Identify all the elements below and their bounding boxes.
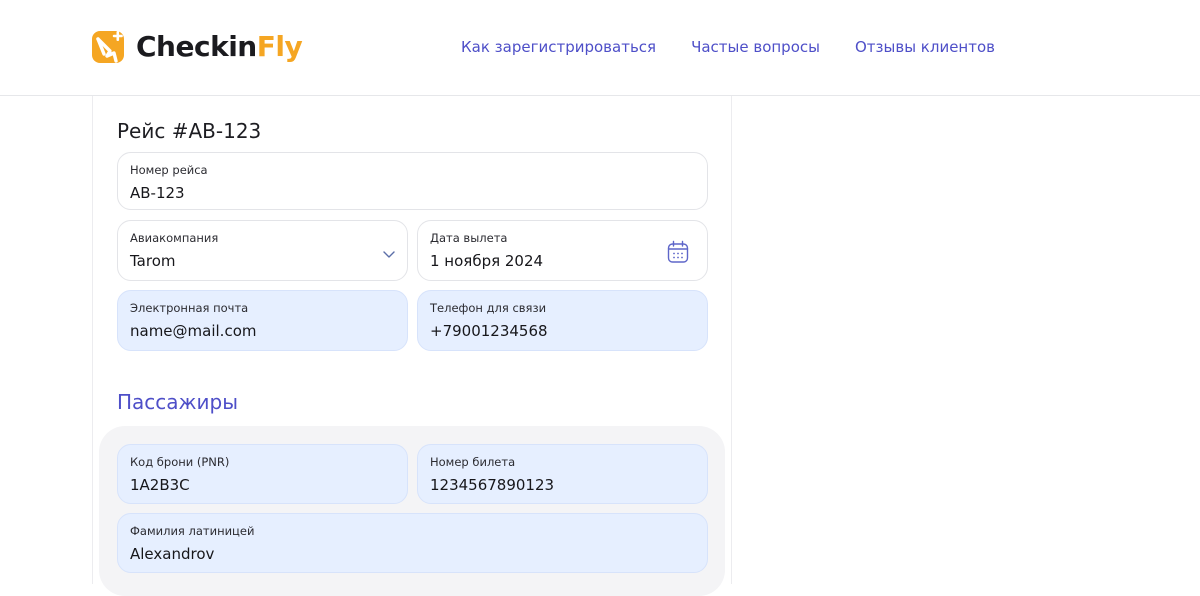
nav-link-faq[interactable]: Частые вопросы (691, 37, 820, 57)
pnr-label: Код брони (PNR) (130, 455, 230, 469)
last-name-field[interactable]: Фамилия латиницей Alexandrov (117, 513, 708, 573)
ticket-number-value: 1234567890123 (430, 476, 555, 494)
logo-text-part2: Fly (256, 30, 303, 63)
departure-date-value: 1 ноября 2024 (430, 252, 544, 270)
last-name-value: Alexandrov (130, 545, 215, 563)
chevron-down-icon[interactable] (382, 245, 396, 264)
passengers-title: Пассажиры (117, 390, 239, 414)
flight-title: Рейс #AB-123 (117, 119, 262, 143)
airline-label: Авиакомпания (130, 231, 219, 245)
logo-text: CheckinFly (136, 30, 303, 64)
main-nav: Как зарегистрироваться Частые вопросы От… (461, 37, 1030, 57)
ticket-number-label: Номер билета (430, 455, 516, 469)
calendar-icon[interactable] (667, 240, 689, 268)
flight-number-field[interactable]: Номер рейса AB-123 (117, 152, 708, 210)
nav-link-how-to-register[interactable]: Как зарегистрироваться (461, 37, 656, 57)
phone-value: +79001234568 (430, 322, 548, 340)
checkin-form-card: Рейс #AB-123 Номер рейса AB-123 Авиакомп… (92, 96, 732, 596)
nav-link-reviews[interactable]: Отзывы клиентов (855, 37, 995, 57)
departure-date-label: Дата вылета (430, 231, 508, 245)
phone-field[interactable]: Телефон для связи +79001234568 (417, 290, 708, 351)
email-label: Электронная почта (130, 301, 249, 315)
phone-label: Телефон для связи (430, 301, 547, 315)
departure-date-field[interactable]: Дата вылета 1 ноября 2024 (417, 220, 708, 281)
pnr-field[interactable]: Код брони (PNR) 1A2B3C (117, 444, 408, 504)
flight-number-label: Номер рейса (130, 163, 208, 177)
airline-value: Tarom (130, 252, 176, 270)
last-name-label: Фамилия латиницей (130, 524, 255, 538)
email-value: name@mail.com (130, 322, 257, 340)
airline-select[interactable]: Авиакомпания Tarom (117, 220, 408, 281)
pnr-value: 1A2B3C (130, 476, 190, 494)
email-field[interactable]: Электронная почта name@mail.com (117, 290, 408, 351)
logo-text-part1: Checkin (136, 30, 257, 63)
logo[interactable]: CheckinFly (92, 29, 303, 65)
ticket-number-field[interactable]: Номер билета 1234567890123 (417, 444, 708, 504)
flight-number-value: AB-123 (130, 184, 185, 202)
plane-plus-logo-icon (92, 30, 126, 64)
site-header: CheckinFly Как зарегистрироваться Частые… (0, 0, 1200, 96)
